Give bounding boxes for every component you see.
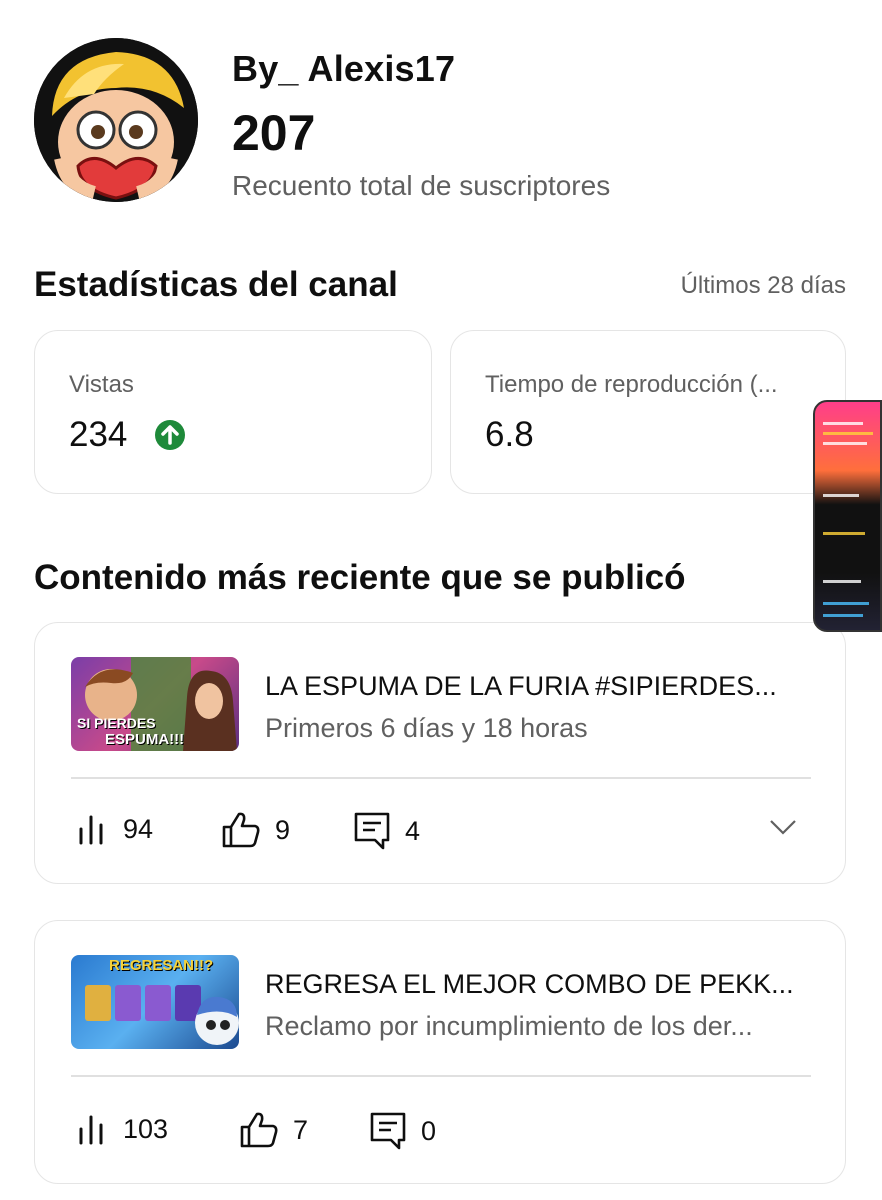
video-subtitle: Reclamo por incumplimiento de los der... [265, 1011, 753, 1041]
bar-chart-icon [79, 815, 103, 845]
thumbnail-text: ESPUMA!!! [105, 731, 185, 748]
overlay-decoration [823, 442, 867, 445]
overlay-decoration [823, 432, 873, 435]
overlay-decoration [823, 602, 869, 605]
video-card[interactable]: SI PIERDES ESPUMA!!! LA ESPUMA DE LA FUR… [34, 622, 846, 884]
thumbnail-text: SI PIERDES [77, 715, 156, 731]
channel-header: By_ Alexis17 207 Recuento total de suscr… [34, 38, 854, 208]
overlay-decoration [823, 422, 863, 425]
overlay-decoration [823, 614, 863, 617]
channel-avatar[interactable] [34, 38, 198, 202]
video-title[interactable]: REGRESA EL MEJOR COMBO DE PEKK... [265, 969, 813, 1000]
channel-name: By_ Alexis17 [232, 48, 456, 89]
thumbnail-text: REGRESAN!!? [109, 957, 214, 974]
thumbs-up-icon [222, 812, 260, 848]
likes-count: 7 [293, 1114, 309, 1145]
stat-value: 6.8 [485, 415, 534, 454]
stats-section-title: Estadísticas del canal [34, 265, 398, 304]
avatar-illustration [34, 38, 198, 202]
stat-card-views[interactable]: Vistas 234 [34, 330, 432, 494]
overlay-decoration [823, 532, 865, 535]
stats-period-label: Últimos 28 días [680, 272, 846, 299]
channel-analytics-page: By_ Alexis17 207 Recuento total de suscr… [0, 0, 882, 1200]
video-card[interactable]: REGRESAN!!? REGRESA EL MEJOR COMBO DE PE… [34, 920, 846, 1184]
stat-value: 234 [69, 415, 128, 454]
video-thumbnail[interactable]: SI PIERDES ESPUMA!!! [71, 657, 239, 751]
views-count: 94 [123, 813, 154, 844]
overlay-decoration [823, 494, 859, 497]
comments-count: 4 [405, 815, 421, 846]
overlay-decoration [823, 580, 861, 583]
divider [71, 777, 811, 779]
comments-metric: 4 [353, 811, 420, 851]
views-count: 103 [123, 1113, 169, 1144]
recent-content-title: Contenido más reciente que se publicó [34, 558, 686, 597]
trend-up-icon [155, 420, 185, 450]
divider [71, 1075, 811, 1077]
likes-metric: 9 [221, 811, 290, 849]
subscriber-label: Recuento total de suscriptores [232, 170, 611, 201]
floating-overlay-widget[interactable] [813, 400, 882, 632]
comments-metric: 0 [369, 1111, 436, 1151]
likes-metric: 7 [239, 1111, 308, 1149]
bar-chart-icon [79, 1115, 103, 1145]
views-metric: 103 [77, 1113, 168, 1145]
subscriber-count: 207 [232, 105, 316, 161]
comment-icon [354, 812, 390, 850]
thumbs-up-icon [240, 1112, 278, 1148]
stat-label: Vistas [69, 371, 134, 398]
video-title[interactable]: LA ESPUMA DE LA FURIA #SIPIERDES... [265, 671, 813, 702]
likes-count: 9 [275, 814, 291, 845]
chevron-down-icon[interactable] [769, 819, 797, 840]
stat-card-watch-time[interactable]: Tiempo de reproducción (... 6.8 [450, 330, 846, 494]
video-subtitle: Primeros 6 días y 18 horas [265, 713, 588, 743]
video-thumbnail[interactable]: REGRESAN!!? [71, 955, 239, 1049]
views-metric: 94 [77, 813, 153, 845]
stat-label: Tiempo de reproducción (... [485, 371, 778, 398]
comment-icon [370, 1112, 406, 1150]
comments-count: 0 [421, 1115, 437, 1146]
